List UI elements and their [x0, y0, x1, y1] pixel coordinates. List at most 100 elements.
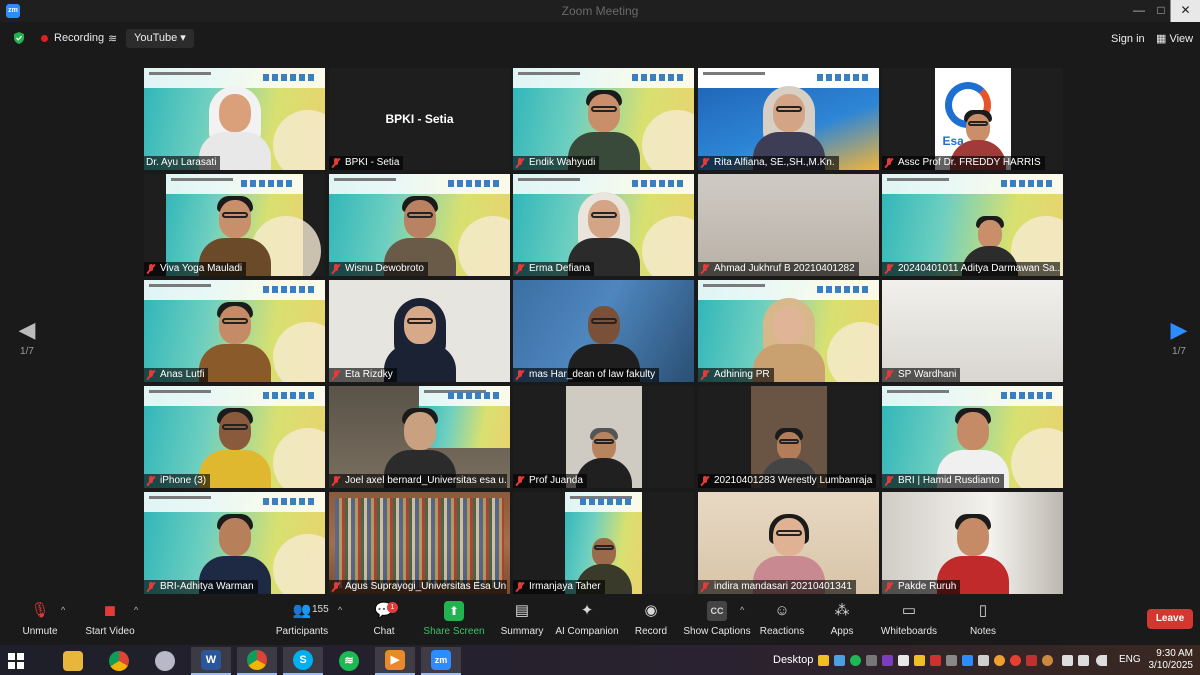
participant-tile[interactable]: BPKI - Setia BPKI - Setia	[329, 68, 510, 170]
media-player-taskbar-icon[interactable]: ▶	[375, 647, 415, 675]
tray-app-icon[interactable]	[978, 655, 989, 666]
recording-label[interactable]: Recording	[54, 32, 104, 44]
participant-name: Ahmad Jukhruf B 20210401282	[714, 263, 855, 274]
summary-icon: ▤	[514, 602, 530, 619]
participant-tile[interactable]: Ahmad Jukhruf B 20210401282	[698, 174, 879, 276]
security-shield-icon[interactable]	[12, 31, 26, 45]
windows-start-icon[interactable]	[8, 653, 24, 669]
reactions-label: Reactions	[759, 626, 805, 637]
participant-tile[interactable]: Dr. Ayu Larasati	[144, 68, 325, 170]
tray-spotify-icon[interactable]	[850, 655, 861, 666]
participant-tile[interactable]: Prof Juanda	[513, 386, 694, 488]
participant-tile[interactable]: BRI-Adhitya Warman	[144, 492, 325, 594]
participant-name-tag: Agus Suprayogi_Universitas Esa Un...	[329, 580, 507, 594]
taskbar-clock[interactable]: 9:30 AM 3/10/2025	[1145, 648, 1194, 672]
tray-display-icon[interactable]	[1078, 655, 1089, 666]
participant-tile[interactable]: 20210401283 Werestly Lumbanraja	[698, 386, 879, 488]
summary-button[interactable]: ▤ Summary	[487, 601, 557, 637]
whiteboard-icon: ▭	[901, 602, 917, 619]
skype-taskbar-icon[interactable]: S	[283, 647, 323, 675]
leave-button[interactable]: Leave	[1147, 609, 1193, 629]
chrome-taskbar-icon[interactable]	[99, 647, 139, 675]
participant-name-tag: indira mandasari 20210401341	[698, 580, 856, 594]
participant-name: Dr. Ayu Larasati	[146, 157, 217, 168]
tray-app-icon[interactable]	[866, 655, 877, 666]
tray-app-icon[interactable]	[1010, 655, 1021, 666]
unmute-label: Unmute	[22, 626, 58, 637]
tray-app-icon[interactable]	[930, 655, 941, 666]
participant-name-tag: Endik Wahyudi	[513, 156, 600, 170]
clock-date: 3/10/2025	[1148, 660, 1194, 671]
notes-label: Notes	[969, 626, 997, 637]
participant-tile[interactable]: Viva Yoga Mauladi	[144, 174, 325, 276]
tray-app-icon[interactable]	[1042, 655, 1053, 666]
chrome-window-taskbar-icon[interactable]	[237, 647, 277, 675]
desktop-toolbar-label[interactable]: Desktop	[773, 654, 813, 666]
word-taskbar-icon[interactable]: W	[191, 647, 231, 675]
sign-in-button[interactable]: Sign in	[1104, 30, 1152, 49]
participant-tile[interactable]: indira mandasari 20210401341	[698, 492, 879, 594]
participant-tile[interactable]: Wisnu Dewobroto	[329, 174, 510, 276]
app-taskbar-icon[interactable]	[145, 647, 185, 675]
participant-name-tag: Erma Defiana	[513, 262, 595, 276]
view-button[interactable]: ▦ View	[1150, 30, 1199, 49]
recording-indicator-icon	[41, 35, 48, 42]
participant-tile[interactable]: 20240401011 Aditya Darmawan Sa...	[882, 174, 1063, 276]
notes-button[interactable]: ▯ Notes	[948, 601, 1018, 637]
chat-button[interactable]: 💬 1 Chat	[349, 601, 419, 637]
zoom-taskbar-icon[interactable]: zm	[421, 647, 461, 675]
participant-tile[interactable]: Joel axel bernard_Universitas esa u...	[329, 386, 510, 488]
share-screen-button[interactable]: ⬆ Share Screen	[419, 601, 489, 637]
participant-tile[interactable]: BRI | Hamid Rusdianto	[882, 386, 1063, 488]
clock-time: 9:30 AM	[1156, 648, 1193, 659]
file-explorer-taskbar-icon[interactable]	[53, 647, 93, 675]
participant-tile[interactable]: Esa Assc Prof Dr. FREDDY HARRIS	[882, 68, 1063, 170]
participant-tile[interactable]: Eta Rizdky	[329, 280, 510, 382]
participant-name: Joel axel bernard_Universitas esa u...	[345, 475, 507, 486]
previous-page-button[interactable]: ◀ 1/7	[12, 318, 42, 358]
participant-name: mas Har_dean of law fakulty	[529, 369, 656, 380]
tray-app-icon[interactable]	[1026, 655, 1037, 666]
audio-options-caret-icon[interactable]: ^	[61, 605, 65, 615]
chat-label: Chat	[373, 626, 395, 637]
record-button[interactable]: ◉ Record	[616, 601, 686, 637]
participant-tile[interactable]: Erma Defiana	[513, 174, 694, 276]
video-options-caret-icon[interactable]: ^	[134, 605, 138, 615]
participant-tile[interactable]: Endik Wahyudi	[513, 68, 694, 170]
tray-app-icon[interactable]	[946, 655, 957, 666]
tray-onenote-icon[interactable]	[882, 655, 893, 666]
record-label: Record	[634, 626, 668, 637]
participants-options-caret-icon[interactable]: ^	[338, 605, 342, 615]
participant-name: Anas Lutfi	[160, 369, 205, 380]
participant-tile[interactable]: mas Har_dean of law fakulty	[513, 280, 694, 382]
participant-tile[interactable]: Anas Lutfi	[144, 280, 325, 382]
tray-network-icon[interactable]	[1062, 655, 1073, 666]
spotify-taskbar-icon[interactable]: ≋	[329, 647, 369, 675]
tray-zoom-icon[interactable]	[962, 655, 973, 666]
participant-tile[interactable]: Agus Suprayogi_Universitas Esa Un...	[329, 492, 510, 594]
next-page-button[interactable]: ▶ 1/7	[1164, 318, 1194, 358]
whiteboards-button[interactable]: ▭ Whiteboards	[874, 601, 944, 637]
mic-muted-icon	[884, 370, 894, 380]
tray-app-icon[interactable]	[898, 655, 909, 666]
ai-companion-button[interactable]: ✦ AI Companion	[551, 601, 623, 637]
close-button[interactable]: ✕	[1170, 0, 1200, 22]
tray-app-icon[interactable]	[914, 655, 925, 666]
tray-app-icon[interactable]	[818, 655, 829, 666]
tray-app-icon[interactable]	[834, 655, 845, 666]
participant-tile[interactable]: SP Wardhani	[882, 280, 1063, 382]
participant-tile[interactable]: Rita Alfiana, SE.,SH.,M.Kn.	[698, 68, 879, 170]
tray-app-icon[interactable]	[994, 655, 1005, 666]
tray-volume-icon[interactable]	[1096, 655, 1107, 666]
participant-tile[interactable]: Pakde Ruruh	[882, 492, 1063, 594]
youtube-stream-button[interactable]: YouTube ▾	[126, 29, 194, 48]
participant-tile[interactable]: iPhone (3)	[144, 386, 325, 488]
share-screen-icon: ⬆	[444, 601, 464, 621]
apps-button[interactable]: ⁂ Apps	[807, 601, 877, 637]
language-indicator[interactable]: ENG	[1119, 654, 1141, 665]
participant-name: Agus Suprayogi_Universitas Esa Un...	[345, 581, 507, 592]
captions-options-caret-icon[interactable]: ^	[740, 605, 744, 615]
participant-tile[interactable]: Irmanjaya Taher	[513, 492, 694, 594]
participant-tile[interactable]: Adhining PR	[698, 280, 879, 382]
mic-muted-icon	[700, 476, 710, 486]
